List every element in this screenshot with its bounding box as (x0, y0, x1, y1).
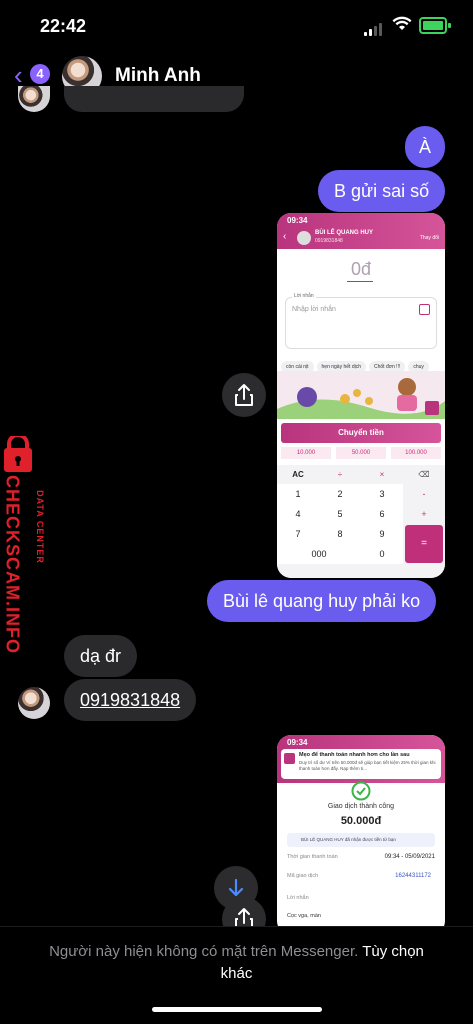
message-placeholder: Nhập lời nhắn (292, 306, 336, 313)
time-label: Thời gian thanh toán (287, 854, 338, 860)
battery-charging-icon (419, 17, 451, 34)
share-button[interactable] (222, 373, 266, 417)
screenshot-time: 09:34 (287, 738, 308, 747)
change-label: Thay đổi (419, 235, 439, 241)
receipt-screenshot-image[interactable]: 09:34 Mẹo để thanh toán nhanh hơn cho lầ… (277, 735, 445, 935)
footer-message: Người này hiện không có mặt trên Messeng… (49, 943, 359, 960)
recipient-avatar (297, 231, 311, 245)
tip-body: Duy trì số dư Ví trên 50.000đ sẽ giúp bạ… (299, 760, 436, 771)
footer-text: Người này hiện không có mặt trên Messeng… (40, 941, 433, 985)
wifi-icon (392, 16, 412, 30)
key: × (379, 470, 385, 479)
key: AC (292, 470, 304, 479)
msg-value: Cọc vga, màn (287, 913, 321, 919)
quick-amount: 10.000 (281, 447, 331, 459)
momo-icon (284, 753, 295, 764)
key-equals: = (405, 525, 443, 563)
key: 4 (277, 504, 319, 524)
message-bubble-outgoing[interactable]: Bùi lê quang huy phải ko (207, 580, 437, 622)
time-value: 09:34 - 05/09/2021 (384, 854, 435, 860)
message-label: Lời nhắn (292, 293, 316, 299)
amount-input: 0đ (350, 259, 372, 279)
message-box: Lời nhắn Nhập lời nhắn (285, 293, 437, 349)
tip-title: Mẹo để thanh toán nhanh hơn cho lần sau (299, 752, 410, 758)
quick-amount: 100.000 (391, 447, 441, 459)
amount-underline (347, 281, 373, 282)
msg-label: Lời nhắn (287, 895, 309, 901)
key: 1 (277, 484, 319, 504)
cellular-signal-icon (364, 18, 384, 36)
key: 6 (361, 504, 403, 524)
status-time: 22:42 (40, 16, 87, 36)
receipt-amount: 50.000đ (340, 815, 382, 827)
previous-message-bubble[interactable] (64, 86, 244, 112)
quick-amount: 50.000 (336, 447, 386, 459)
recipient-name: BÙI LÊ QUANG HUY (315, 230, 374, 236)
phone-number-link[interactable]: 0919831848 (64, 679, 197, 721)
txn-label: Mã giao dịch (287, 873, 319, 879)
success-label: Giao dịch thành công (327, 803, 395, 810)
message-bubble-incoming[interactable]: dạ đr (64, 635, 138, 677)
home-indicator[interactable] (152, 1007, 322, 1012)
transfer-button: Chuyển tiền (281, 423, 441, 443)
receipt-notice: BÙI LÊ QUANG HUY đã nhận được tiền từ bạ… (287, 833, 435, 847)
key: 000 (277, 544, 361, 564)
key: 5 (319, 504, 361, 524)
quick-amounts: 10.000 50.000 100.000 (281, 447, 441, 459)
watermark-brand: CHECKSCAM.INFO (2, 475, 23, 654)
back-icon: ‹ (283, 231, 287, 242)
key: - (422, 489, 426, 499)
sticker-icon (419, 304, 430, 315)
unread-count-badge: 4 (30, 64, 50, 84)
key: 8 (319, 524, 361, 544)
key: 0 (361, 544, 403, 564)
tip-card: Mẹo để thanh toán nhanh hơn cho lần sau … (281, 749, 441, 779)
txn-value: 16244311172 (395, 873, 431, 879)
watermark-sub: DATA CENTER (35, 490, 45, 564)
promo-banner-illustration (277, 371, 445, 419)
contact-name[interactable]: Minh Anh (115, 65, 201, 87)
contact-avatar-small (18, 86, 50, 112)
notice-text: BÙI LÊ QUANG HUY đã nhận được tiền từ bạ… (301, 837, 396, 842)
status-bar: 22:42 (0, 0, 473, 50)
message-bubble-outgoing[interactable]: À (405, 126, 446, 168)
key: 9 (361, 524, 403, 544)
key: ⌫ (418, 470, 430, 479)
share-icon (235, 384, 253, 406)
transfer-screenshot-image[interactable]: 09:34 ‹ BÙI LÊ QUANG HUY 0919831848 Thay… (277, 213, 445, 578)
key: ÷ (337, 470, 343, 479)
keypad: AC ÷ × ⌫ 1 2 3 - 4 5 6 + 7 8 9 = 000 0 (277, 465, 445, 578)
screenshot-time: 09:34 (287, 216, 308, 225)
key: 2 (319, 484, 361, 504)
contact-avatar-small (18, 687, 50, 719)
recipient-phone: 0919831848 (315, 238, 343, 244)
key: + (421, 509, 427, 519)
success-check-icon (351, 781, 371, 801)
key: 7 (277, 524, 319, 544)
key: 3 (361, 484, 403, 504)
message-bubble-outgoing[interactable]: B gửi sai số (318, 170, 446, 212)
